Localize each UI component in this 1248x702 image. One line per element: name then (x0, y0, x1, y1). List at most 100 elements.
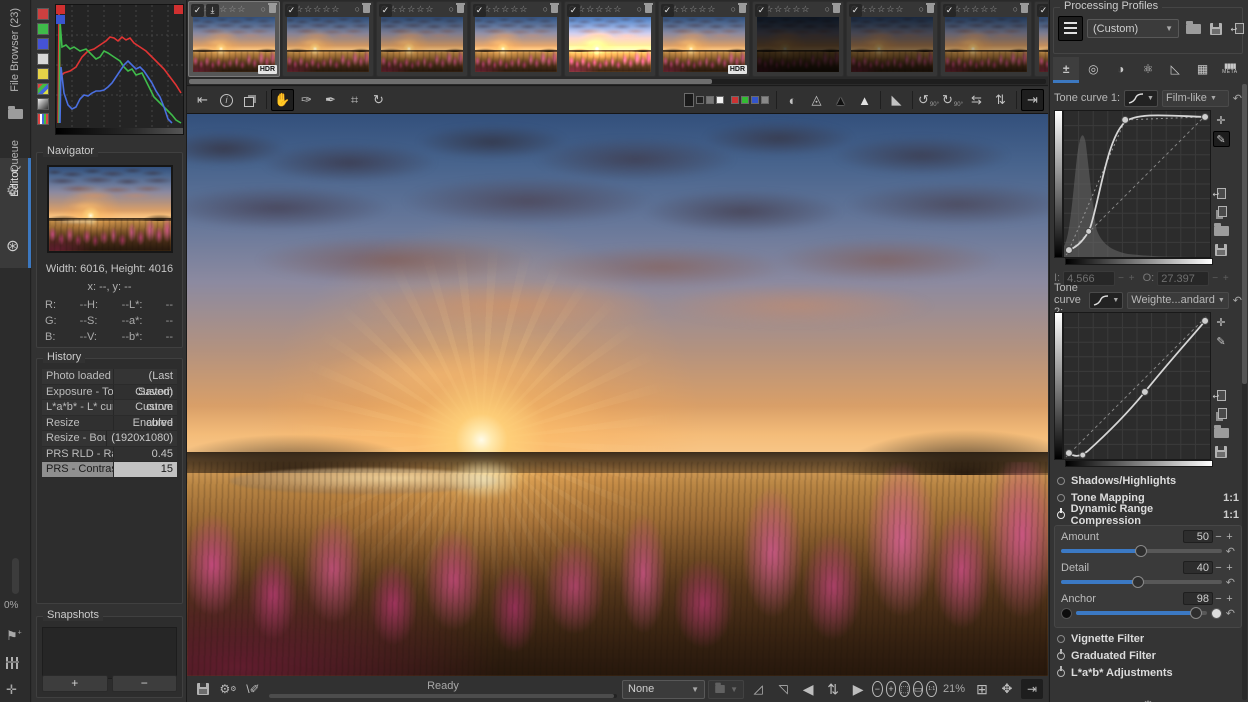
sharpen-mask-button[interactable]: ◐ (781, 89, 804, 111)
thumbnail-photo[interactable] (381, 17, 463, 72)
load-curve-icon[interactable] (1213, 223, 1230, 239)
minus-button[interactable]: − (1213, 562, 1224, 574)
new-detail-window-button[interactable]: ⊞ (971, 679, 993, 699)
history-row[interactable]: Resize - Bounding...(1920x1080) (42, 431, 177, 447)
filmstrip-thumbnail[interactable]: ⚙ ☆ ☆ ☆ ☆ ☆ ○ ✓ ⤓ HDR (188, 1, 280, 77)
amount-slider[interactable] (1061, 545, 1222, 557)
preview-blue-button[interactable] (751, 96, 759, 104)
paste-profile-button[interactable] (1229, 19, 1248, 39)
tab-detail[interactable]: ◎ (1080, 57, 1106, 83)
add-to-queue-button[interactable]: ⚙ ⚙ (217, 679, 239, 699)
clip-indicator-right-red[interactable] (174, 5, 183, 14)
copy-curve-icon[interactable] (1213, 204, 1230, 220)
navigator-thumbnail[interactable] (47, 165, 173, 253)
star-icon[interactable]: ☆ (237, 4, 245, 15)
star-icon[interactable]: ☆ (886, 4, 894, 15)
preview-luma-button[interactable] (761, 96, 769, 104)
plus-button[interactable]: + (1224, 593, 1235, 605)
trash-icon[interactable] (926, 3, 935, 13)
trash-icon[interactable] (644, 3, 653, 13)
tab-color[interactable]: ◑ (1108, 57, 1134, 83)
rotate-right-button[interactable]: ↻ 90° (941, 89, 964, 111)
toggle-right-panel-button[interactable]: ⇥ (1021, 89, 1044, 111)
color-label-icon[interactable]: ○ (261, 4, 266, 14)
output-value[interactable]: 27.397 (1157, 270, 1210, 286)
star-icon[interactable]: ☆ (510, 4, 518, 15)
image-canvas[interactable] (187, 114, 1048, 676)
before-after-horizontal-button[interactable]: ◿ (747, 679, 769, 699)
star-icon[interactable]: ☆ (492, 4, 500, 15)
star-icon[interactable]: ☆ (398, 4, 406, 15)
drc-expander[interactable]: Dynamic Range Compression 1:1 (1054, 503, 1242, 527)
star-icon[interactable]: ☆ (989, 4, 997, 15)
star-icon[interactable]: ☆ (501, 4, 509, 15)
tab-metadata[interactable]: ▮▮▮▮ META (1217, 57, 1243, 83)
histogram-mode-toggle[interactable] (37, 83, 49, 95)
profile-dropdown[interactable]: (Custom) ▼ (1087, 19, 1179, 38)
star-icon[interactable]: ☆ (698, 4, 706, 15)
save-image-button[interactable] (192, 679, 214, 699)
thumbnail-photo[interactable] (569, 17, 651, 72)
trash-icon[interactable] (456, 3, 465, 13)
histogram-bar-toggle[interactable] (37, 98, 49, 110)
star-icon[interactable]: ☆ (895, 4, 903, 15)
hand-tool-button[interactable]: ✋ (271, 89, 294, 111)
power-off-icon[interactable] (1057, 494, 1065, 502)
filmstrip-thumbnail[interactable]: ⚙ ☆ ☆ ☆ ☆ ☆ ○ ✓ (1034, 1, 1048, 77)
load-curve-icon[interactable] (1213, 425, 1230, 441)
trash-icon[interactable] (550, 3, 559, 13)
star-icon[interactable]: ☆ (801, 4, 809, 15)
bg-black-button[interactable] (696, 96, 704, 104)
graduated-filter-expander[interactable]: Graduated Filter (1054, 648, 1242, 664)
tab-editor[interactable]: Editor (9, 168, 21, 197)
star-icon[interactable]: ☆ (613, 4, 621, 15)
load-profile-button[interactable] (1183, 19, 1203, 39)
star-icon[interactable]: ☆ (971, 4, 979, 15)
clip-indicator-left-red[interactable] (56, 5, 65, 14)
rendering-intent-dropdown[interactable]: ▼ (708, 679, 745, 699)
focus-mask-button[interactable]: ◬ (805, 89, 828, 111)
histogram-raw-toggle[interactable] (37, 113, 49, 125)
filmstrip-scroll-thumb[interactable] (189, 79, 712, 84)
star-icon[interactable]: ☆ (304, 4, 312, 15)
thumbnail-photo[interactable] (287, 17, 369, 72)
amount-value[interactable]: 50 (1183, 530, 1213, 543)
plus-button[interactable]: + (1224, 562, 1235, 574)
curve-mode-2-dropdown[interactable]: Weighte...andard ▼ (1127, 291, 1229, 309)
history-row[interactable]: Resize Enabled (42, 415, 177, 431)
bg-white-button[interactable] (716, 96, 724, 104)
star-icon[interactable]: ☆ (407, 4, 415, 15)
clip-indicator-left-blue[interactable] (56, 15, 65, 24)
star-icon[interactable]: ☆ (604, 4, 612, 15)
filmstrip-thumbnail[interactable]: ⚙ ☆ ☆ ☆ ☆ ☆ ○ ✓ (282, 1, 374, 77)
slider-knob[interactable] (1190, 607, 1203, 619)
filmstrip-thumbnail[interactable]: ⚙ ☆ ☆ ☆ ☆ ☆ ○ ✓ (846, 1, 938, 77)
minus-button[interactable]: − (1213, 593, 1224, 605)
history-row[interactable]: L*a*b* - L* curveCustom curve (42, 400, 177, 429)
histogram-red-toggle[interactable] (37, 8, 49, 20)
thumbnail-photo[interactable] (475, 17, 557, 72)
curve-mode-1-dropdown[interactable]: Film-like ▼ (1161, 89, 1229, 107)
shadows-highlights-expander[interactable]: Shadows/Highlights (1054, 473, 1242, 489)
curve-type-1-dropdown[interactable]: ▼ (1124, 89, 1158, 107)
thumbnail-photo[interactable] (193, 17, 275, 72)
filmstrip-thumbnail[interactable]: ⚙ ☆ ☆ ☆ ☆ ☆ ○ ✓ (940, 1, 1032, 77)
histogram-blue-toggle[interactable] (37, 38, 49, 50)
histogram-chroma-toggle[interactable] (37, 68, 49, 80)
history-row-selected[interactable]: PRS - Contrast thr...15 (42, 462, 177, 478)
before-after-vertical-button[interactable]: ◹ (772, 679, 794, 699)
slider-knob[interactable] (1135, 545, 1148, 557)
tab-file-browser[interactable]: File Browser (23) (9, 8, 21, 92)
tab-exposure[interactable]: ± (1053, 57, 1080, 83)
thumbnail-photo[interactable] (1039, 17, 1048, 72)
trash-icon[interactable] (738, 3, 747, 13)
star-icon[interactable]: ☆ (322, 4, 330, 15)
anchor-slider[interactable] (1076, 607, 1207, 619)
star-icon[interactable]: ☆ (689, 4, 697, 15)
filmstrip-thumbnail[interactable]: ⚙ ☆ ☆ ☆ ☆ ☆ ○ ✓ HDR (658, 1, 750, 77)
power-off-icon[interactable] (1057, 635, 1065, 643)
trash-icon[interactable] (1020, 3, 1029, 13)
snapshot-remove-button[interactable]: − (111, 675, 177, 692)
mixer-icon[interactable] (6, 656, 19, 672)
star-icon[interactable]: ☆ (792, 4, 800, 15)
